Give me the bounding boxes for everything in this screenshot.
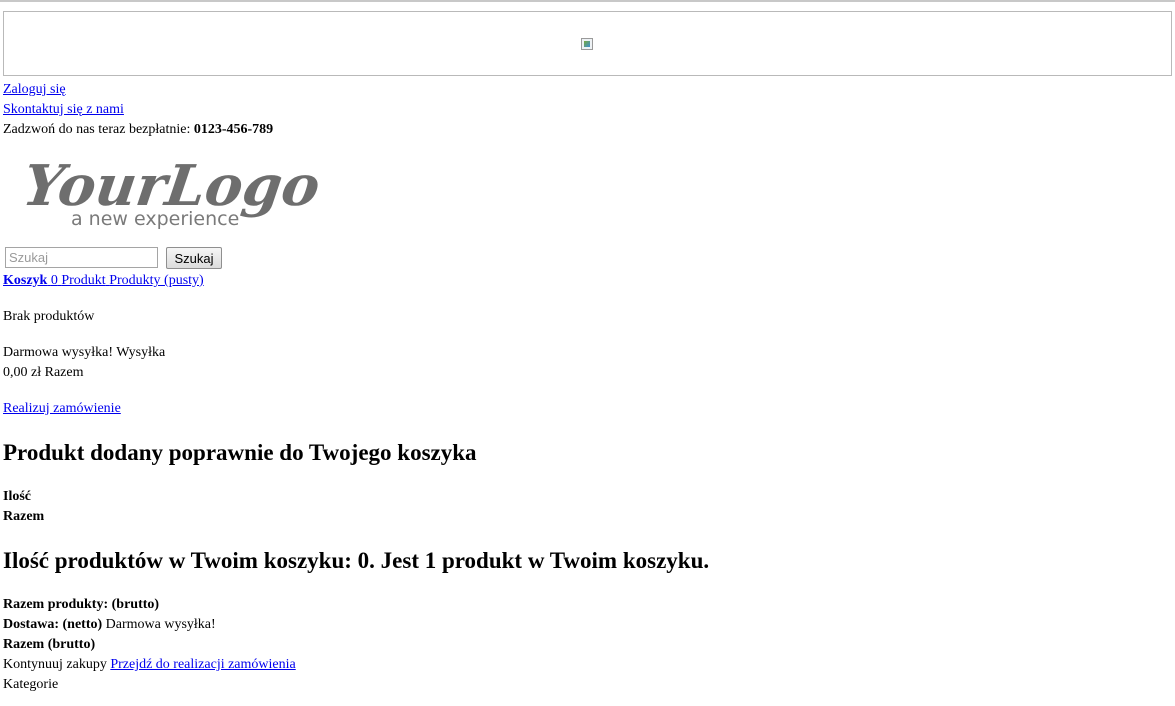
grand-total-label: Razem (brutto) <box>3 637 96 652</box>
cart-link[interactable]: Koszyk 0 Produkt Produkty (pusty) <box>3 273 204 288</box>
cart-count: 0 <box>50 273 58 288</box>
shipping-value: Darmowa wysyłka! <box>105 617 216 632</box>
products-total-label: Razem produkty: (brutto) <box>3 597 160 612</box>
cart-summary-heading: Ilość produktów w Twoim koszyku: 0. Jest… <box>3 548 710 573</box>
cart-total-line: 0,00 zł Razem <box>3 364 83 382</box>
contact-link[interactable]: Skontaktuj się z nami <box>3 102 124 117</box>
cart-free-shipping: Darmowa wysyłka! <box>3 345 114 360</box>
cart-line: Koszyk 0 Produkt Produkty (pusty) <box>3 272 204 290</box>
call-us-line: Zadzwoń do nas teraz bezpłatnie: 0123-45… <box>3 121 273 139</box>
cart-total-value: 0,00 zł <box>3 365 42 380</box>
product-added-heading: Produkt dodany poprawnie do Twojego kosz… <box>3 440 477 465</box>
search-button[interactable]: Szukaj <box>166 247 222 269</box>
cart-title: Koszyk <box>3 273 48 288</box>
quantity-label: Ilość <box>3 489 31 504</box>
products-total-line: Razem produkty: (brutto) <box>3 596 159 614</box>
cart-unit-singular: Produkt <box>61 273 106 288</box>
cart-shipping-label: Wysyłka <box>116 345 166 360</box>
grand-total-line: Razem (brutto) <box>3 636 95 654</box>
broken-image-icon <box>581 38 593 50</box>
proceed-to-checkout-link[interactable]: Przejdź do realizacji zamówienia <box>110 657 295 672</box>
call-us-text: Zadzwoń do nas teraz bezpłatnie: <box>3 122 191 137</box>
search-input[interactable] <box>5 247 158 268</box>
cart-empty-label: (pusty) <box>164 273 204 288</box>
header-banner[interactable] <box>3 11 1172 76</box>
checkout-link[interactable]: Realizuj zamówienie <box>3 401 121 416</box>
login-link[interactable]: Zaloguj się <box>3 82 66 97</box>
contact-line: Skontaktuj się z nami <box>3 101 124 119</box>
cart-no-products: Brak produktów <box>3 309 95 324</box>
logo-tagline: a new experience <box>71 208 239 230</box>
layer-total-line: Razem <box>3 508 44 526</box>
cart-shipping-line: Darmowa wysyłka! Wysyłka <box>3 344 165 362</box>
shop-logo[interactable]: YourLogo a new experience <box>25 147 320 235</box>
login-line: Zaloguj się <box>3 81 66 99</box>
quantity-label-line: Ilość <box>3 488 31 506</box>
continue-shopping[interactable]: Kontynuuj zakupy <box>3 657 107 672</box>
layer-total-label: Razem <box>3 509 45 524</box>
checkout-line: Realizuj zamówienie <box>3 400 121 418</box>
shipping-line: Dostawa: (netto) Darmowa wysyłka! <box>3 616 216 634</box>
cart-unit-plural: Produkty <box>109 273 161 288</box>
continue-line: Kontynuuj zakupy Przejdź do realizacji z… <box>3 656 296 674</box>
cart-total-label: Razem <box>44 365 84 380</box>
categories-label: Kategorie <box>3 677 59 692</box>
shipping-label: Dostawa: (netto) <box>3 617 103 632</box>
phone-number: 0123-456-789 <box>193 122 274 137</box>
top-border <box>0 0 1175 2</box>
